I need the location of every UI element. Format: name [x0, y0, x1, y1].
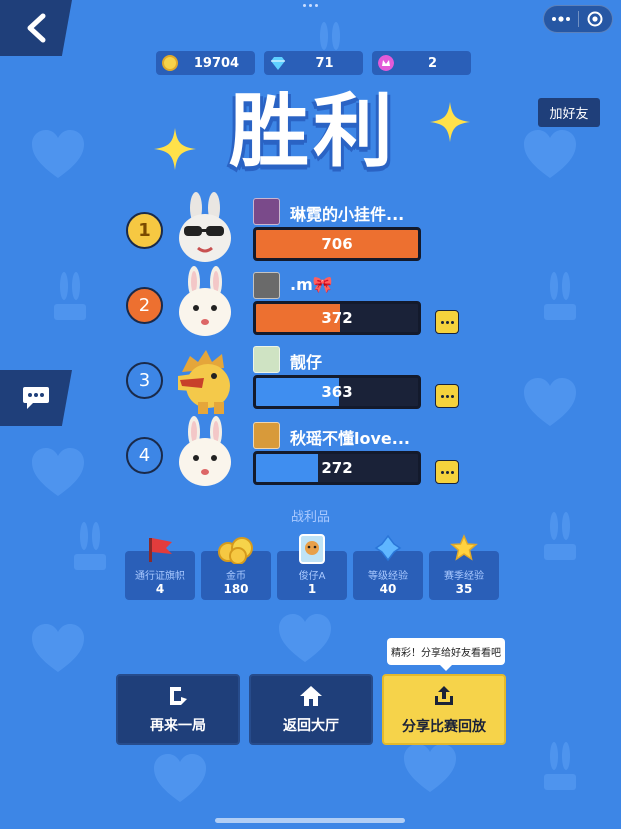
more-options-button[interactable] [435, 310, 459, 334]
loot-item: 赛季经验 35 [429, 534, 499, 600]
player-avatar-thumbnail[interactable] [253, 272, 280, 299]
coins-icon [218, 537, 253, 564]
player-name: .m🎀 [290, 275, 333, 294]
sparkle-icon [429, 101, 471, 143]
home-icon [300, 685, 322, 706]
share-replay-button[interactable]: 分享比赛回放 [382, 674, 506, 745]
rank-badge: 4 [126, 437, 163, 474]
rabbit-hat-icon [74, 522, 106, 570]
close-miniprogram-button[interactable] [579, 6, 613, 32]
loot-item: 通行证旗帜 4 [125, 538, 195, 600]
more-dots-icon [551, 16, 570, 22]
loot-item: 金币 180 [201, 537, 271, 600]
back-button[interactable] [0, 0, 72, 56]
rank-badge: 2 [126, 287, 163, 324]
chat-button[interactable] [0, 370, 72, 426]
coin-counter: 19704 [156, 51, 255, 75]
rabbit-avatar [179, 416, 231, 486]
replay-icon [170, 686, 187, 705]
heart-icon [404, 744, 456, 792]
player-name: 秋瑶不懂love... [290, 429, 410, 448]
score-bar: 706 [253, 227, 421, 261]
score-value: 372 [321, 309, 353, 327]
blue-star-icon [374, 534, 402, 562]
more-options-button[interactable] [435, 460, 459, 484]
heart-icon [32, 130, 84, 178]
add-friend-button[interactable]: 加好友 [538, 98, 600, 127]
score-bar: 372 [253, 301, 421, 335]
flower-counter: 2 [372, 51, 471, 75]
target-close-icon [587, 11, 603, 27]
miniprogram-capsule [543, 5, 613, 33]
coin-icon [162, 55, 178, 71]
player-avatar-thumbnail[interactable] [253, 198, 280, 225]
loot-title: 战利品 [290, 510, 330, 525]
diamond-counter: 71 [264, 51, 363, 75]
gold-star-icon [450, 534, 478, 561]
ranking-row: 2 .m🎀 372 [0, 266, 621, 344]
loot-item: 俊仔A 1 [277, 534, 347, 600]
ranking-row: 3 靓仔 363 [0, 344, 621, 418]
return-lobby-button[interactable]: 返回大厅 [249, 674, 373, 745]
player-avatar-thumbnail[interactable] [253, 422, 280, 449]
play-again-button[interactable]: 再来一局 [116, 674, 240, 745]
share-tooltip: 精彩！分享给好友看看吧 [387, 638, 505, 671]
flower-icon [378, 55, 394, 71]
score-bar: 272 [253, 451, 421, 485]
dog-card-icon [299, 534, 325, 564]
sparkle-icon [154, 128, 196, 170]
resource-bar: 19704 71 2 [156, 51, 471, 75]
score-value: 363 [321, 383, 353, 401]
heart-icon [524, 130, 576, 178]
rabbit-sunglasses-avatar [179, 192, 231, 262]
rank-badge: 1 [126, 212, 163, 249]
victory-title: 胜利 [229, 85, 397, 178]
drag-handle [300, 4, 320, 10]
chat-bubble-icon [23, 387, 49, 409]
score-value: 706 [321, 235, 353, 253]
score-bar: 363 [253, 375, 421, 409]
flag-icon [149, 538, 172, 562]
rabbit-hat-icon [544, 742, 576, 790]
heart-icon [279, 614, 331, 662]
chevron-left-icon [27, 13, 46, 43]
rank-badge: 3 [126, 362, 163, 399]
more-options-button[interactable] [435, 384, 459, 408]
dinosaur-avatar [178, 350, 230, 414]
home-indicator [215, 818, 405, 823]
player-avatar-thumbnail[interactable] [253, 346, 280, 373]
player-name: 靓仔 [290, 353, 323, 372]
diamond-icon [271, 57, 285, 70]
share-icon [435, 685, 453, 705]
player-name: 琳霓的小挂件... [290, 205, 405, 224]
heart-icon [32, 624, 84, 672]
rabbit-avatar [179, 266, 231, 336]
ranking-row: 4 秋瑶不懂love... 272 [0, 416, 621, 494]
heart-icon [154, 754, 206, 802]
ranking-row: 1 琳霓的小挂件... 706 [0, 192, 621, 270]
loot-list: 通行证旗帜 4 金币 180 俊仔A 1 等级经验 40 赛季经验 35 [125, 534, 499, 600]
more-menu-button[interactable] [544, 6, 578, 32]
loot-item: 等级经验 40 [353, 534, 423, 600]
score-value: 272 [321, 459, 353, 477]
